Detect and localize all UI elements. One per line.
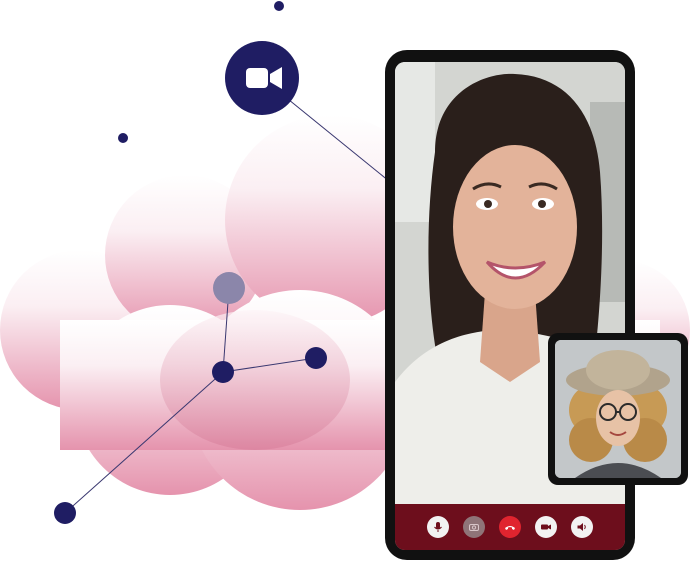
network-node xyxy=(212,361,234,383)
network-node xyxy=(54,502,76,524)
microphone-icon xyxy=(434,522,442,532)
network-node-light xyxy=(213,272,245,304)
self-view-feed xyxy=(555,340,681,478)
speaker-button[interactable] xyxy=(571,516,593,538)
network-node xyxy=(274,1,284,11)
self-view-image xyxy=(555,340,681,478)
video-camera-icon xyxy=(246,67,282,89)
camera-switch-button[interactable] xyxy=(463,516,485,538)
end-call-button[interactable] xyxy=(499,516,521,538)
video-toggle-button[interactable] xyxy=(535,516,557,538)
video-badge xyxy=(225,41,299,115)
call-controls-bar xyxy=(395,504,625,550)
network-node xyxy=(305,347,327,369)
speaker-icon xyxy=(577,523,586,531)
network-node xyxy=(118,133,128,143)
video-icon xyxy=(541,524,551,530)
mute-button[interactable] xyxy=(427,516,449,538)
self-view-pip[interactable] xyxy=(548,333,688,485)
end-call-icon xyxy=(505,526,515,530)
camera-icon xyxy=(469,524,479,531)
